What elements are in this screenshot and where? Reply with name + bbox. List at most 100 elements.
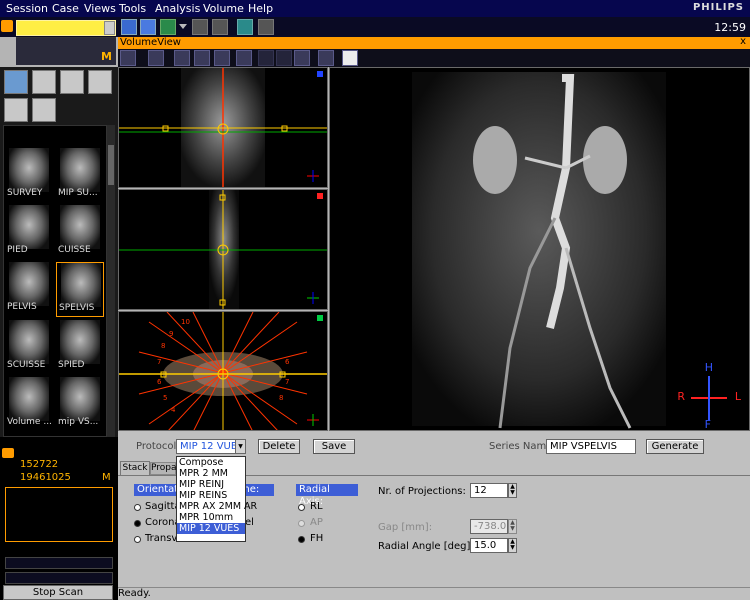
radial-angle-input[interactable]: 15.0: [470, 538, 508, 553]
dropdown-option[interactable]: MPR 2 MM: [177, 468, 245, 479]
chevron-down-icon[interactable]: ▼: [235, 439, 246, 454]
thumbnail-pied[interactable]: PIED: [5, 205, 53, 260]
tool-icon[interactable]: [160, 19, 176, 35]
stop-scan-button[interactable]: Stop Scan: [3, 585, 113, 600]
tool3-icon[interactable]: [212, 19, 228, 35]
cube-icon[interactable]: [194, 50, 210, 66]
projections-input[interactable]: 12: [470, 483, 508, 498]
menu-case[interactable]: Case: [52, 2, 79, 15]
series-thumbnails: SURVEY MIP SU... PIED CUISSE PELVIS SPEL…: [3, 125, 107, 437]
film-icon[interactable]: [88, 70, 112, 94]
patient-select[interactable]: [16, 20, 116, 36]
projections-stepper[interactable]: ▲ ▼: [508, 483, 517, 498]
thumbnail-volume[interactable]: Volume ...: [5, 377, 53, 432]
radio-fh-label: FH: [310, 533, 324, 544]
redo-icon[interactable]: [276, 50, 292, 66]
generate-button[interactable]: Generate: [646, 439, 704, 454]
star-cursor-icon[interactable]: [342, 50, 358, 66]
radial-angle-stepper[interactable]: ▲ ▼: [508, 538, 517, 553]
progress-bar-2: [5, 572, 113, 584]
dropdown-option[interactable]: MPR AX 2MM AR: [177, 501, 257, 512]
viewport-sagittal[interactable]: [118, 189, 328, 310]
thumbnail-cuisse[interactable]: CUISSE: [56, 205, 104, 260]
viewport-coronal[interactable]: [118, 67, 328, 188]
angle-label: 5: [163, 394, 167, 402]
menu-session[interactable]: Session: [6, 2, 48, 15]
sagittal-image: [119, 190, 327, 309]
dropdown-option-selected[interactable]: MIP 12 VUES: [177, 523, 245, 534]
thumbnail-scrollbar[interactable]: [107, 125, 115, 437]
angle-label: 10: [181, 318, 190, 326]
gap-input[interactable]: -738.0: [470, 519, 508, 534]
menu-help[interactable]: Help: [248, 2, 273, 15]
progress-bar-1: [5, 557, 113, 569]
chevron-down-icon[interactable]: [179, 24, 187, 30]
thumbnail-survey[interactable]: SURVEY: [5, 148, 53, 203]
crosshair-icon[interactable]: [214, 50, 230, 66]
thumbnail-scuisse[interactable]: SCUISSE: [5, 320, 53, 375]
layout-icon[interactable]: [148, 50, 164, 66]
patient-sex: M: [102, 472, 111, 483]
series-name-input[interactable]: MIP VSPELVIS: [546, 439, 636, 454]
rotate-icon[interactable]: [174, 50, 190, 66]
menu-analysis[interactable]: Analysis: [155, 2, 200, 15]
chart-icon[interactable]: [4, 98, 28, 122]
pencil-icon[interactable]: [236, 50, 252, 66]
orientation-r: R: [677, 390, 685, 403]
radio-ap-label: AP: [310, 517, 323, 528]
projections-label: Nr. of Projections:: [378, 486, 466, 497]
grid-icon[interactable]: [121, 19, 137, 35]
menu-views[interactable]: Views: [84, 2, 116, 15]
coronal-image: [119, 68, 327, 187]
view2-indicator: [317, 193, 323, 199]
save-button[interactable]: Save: [313, 439, 355, 454]
radio-coronal[interactable]: [134, 520, 141, 527]
volume-view-tab[interactable]: VolumeView: [120, 37, 181, 49]
patient-id: 152722: [20, 459, 59, 470]
dropdown-option[interactable]: MIP REINS: [177, 490, 245, 501]
close-icon[interactable]: x: [740, 36, 746, 47]
angle-label: 8: [161, 342, 165, 350]
dropdown-option[interactable]: MIP REINJ: [177, 479, 245, 490]
undo-icon[interactable]: [258, 50, 274, 66]
eye-icon[interactable]: [4, 70, 28, 94]
thumbnail-spied[interactable]: SPIED: [56, 320, 104, 375]
vessel-icon[interactable]: [32, 70, 56, 94]
coronal-label-tail: el: [245, 517, 254, 528]
viewport-mip[interactable]: H R L F: [329, 67, 750, 431]
folder-icon[interactable]: [140, 19, 156, 35]
thumbnail-pelvis[interactable]: PELVIS: [5, 262, 53, 317]
radio-sagittal[interactable]: [134, 504, 141, 511]
tool5-icon[interactable]: [258, 19, 274, 35]
angle-label: 6: [285, 358, 290, 366]
thumbnail-mip-vs[interactable]: mip VS...: [56, 377, 104, 432]
menu-volume[interactable]: Volume: [203, 2, 244, 15]
viewport-transverse[interactable]: 10 9 8 7 6 5 4 6 7 8: [118, 311, 328, 431]
thumbnail-spelvis[interactable]: SPELVIS: [56, 262, 104, 317]
diamond-icon[interactable]: [32, 98, 56, 122]
tool4-icon[interactable]: [237, 19, 253, 35]
patient-icon[interactable]: [1, 20, 13, 32]
pan-icon[interactable]: [294, 50, 310, 66]
radio-fh[interactable]: [298, 536, 305, 543]
window-level-icon[interactable]: [120, 50, 136, 66]
view3-indicator: [317, 315, 323, 321]
radio-rl[interactable]: [298, 504, 305, 511]
radial-angle-label: Radial Angle [deg]:: [378, 541, 474, 552]
patient-select-dropdown-icon[interactable]: [104, 21, 115, 35]
dropdown-option[interactable]: MPR 10mm: [177, 512, 245, 523]
menu-bar: Session Case Views Tools Analysis Volume…: [0, 0, 750, 17]
tab-stack[interactable]: Stack: [120, 461, 150, 475]
menu-tools[interactable]: Tools: [119, 2, 146, 15]
dropdown-option[interactable]: Compose: [177, 457, 245, 468]
move-icon[interactable]: [318, 50, 334, 66]
radio-ap[interactable]: [298, 520, 305, 527]
brain-icon[interactable]: [60, 70, 84, 94]
gap-stepper[interactable]: ▲ ▼: [508, 519, 517, 534]
delete-button[interactable]: Delete: [258, 439, 300, 454]
protocol-label: Protocol:: [136, 441, 180, 452]
tool2-icon[interactable]: [192, 19, 208, 35]
thumbnail-mip-su[interactable]: MIP SU...: [56, 148, 104, 203]
tab-propagation[interactable]: Propa: [150, 462, 177, 475]
radio-transverse[interactable]: [134, 536, 141, 543]
